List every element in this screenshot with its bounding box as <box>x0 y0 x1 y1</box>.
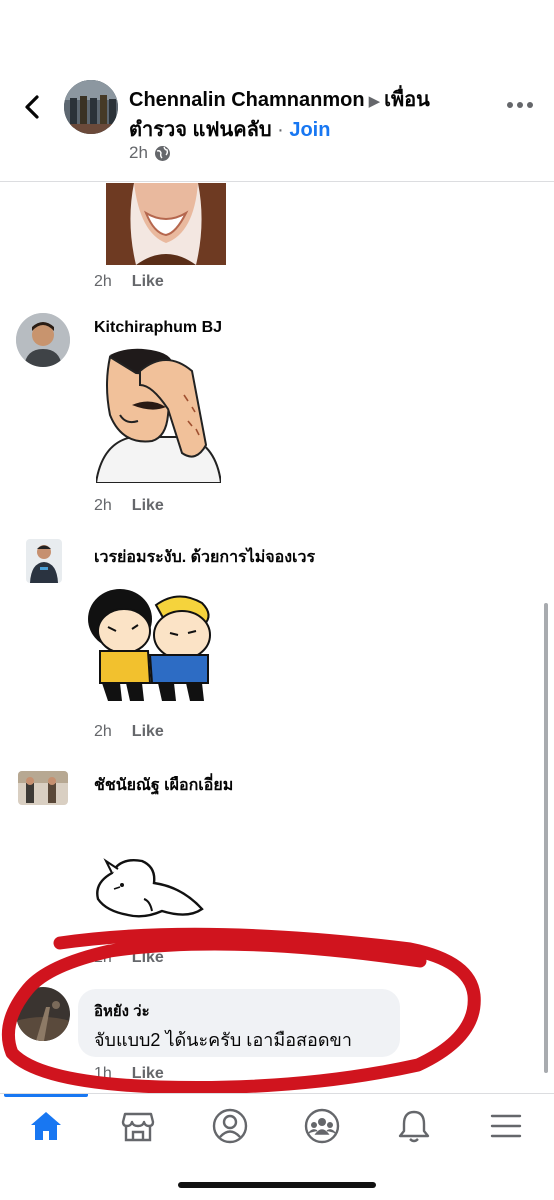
back-icon[interactable] <box>18 92 48 122</box>
separator: · <box>277 119 284 141</box>
home-indicator[interactable] <box>178 1182 376 1188</box>
like-button[interactable]: Like <box>132 273 164 291</box>
more-options-icon[interactable] <box>506 98 534 112</box>
globe-icon <box>154 145 170 161</box>
author-name[interactable]: Chennalin Chamnanmon <box>129 89 365 111</box>
like-button[interactable]: Like <box>132 723 164 741</box>
arrow-icon: ▶ <box>368 93 381 110</box>
comment-time: 1h <box>94 1065 112 1082</box>
like-button[interactable]: Like <box>132 949 164 967</box>
facepalm-sticker <box>96 348 221 483</box>
post-time: 2h <box>129 143 148 162</box>
menu-icon <box>490 1114 522 1138</box>
join-button[interactable]: Join <box>289 119 330 141</box>
nav-marketplace[interactable] <box>92 1094 184 1158</box>
home-icon <box>31 1112 61 1140</box>
post-header: Chennalin Chamnanmon ▶ เพื่อน ตำรวจ แฟนคลั… <box>0 0 554 182</box>
comment-time: 2h <box>94 497 112 514</box>
group-name-part1[interactable]: เพื่อน <box>384 89 430 111</box>
comments-feed[interactable]: 2h Like Kitchiraphum BJ 2h Like เวรย่อมร… <box>0 183 554 1093</box>
avatar[interactable] <box>26 539 62 583</box>
comment-meta: 2h Like <box>94 273 164 291</box>
groups-icon <box>304 1108 340 1144</box>
comment-meta: 2h Like <box>94 497 164 515</box>
woman-sticker <box>106 183 226 265</box>
commenter-name[interactable]: อิหยัง ว่ะ <box>94 999 150 1023</box>
comment-time: 2h <box>94 949 112 966</box>
post-meta: 2h <box>129 143 171 163</box>
comment-time: 2h <box>94 723 112 740</box>
bottom-navigation <box>0 1093 554 1200</box>
avatar[interactable] <box>18 771 68 805</box>
nav-notifications[interactable] <box>368 1094 460 1158</box>
nav-menu[interactable] <box>460 1094 552 1158</box>
comment-text: จับแบบ2 ได้นะครับ เอามือสอดขา <box>94 1030 352 1050</box>
comment-bubble[interactable]: อิหยัง ว่ะ จับแบบ2 ได้นะครับ เอามือสอดขา <box>78 989 400 1057</box>
commenter-name[interactable]: ชัชนัยณัฐ เผือกเอี่ยม <box>94 773 233 798</box>
comment-time: 2h <box>94 273 112 290</box>
commenter-name[interactable]: Kitchiraphum BJ <box>94 319 222 337</box>
group-avatar[interactable] <box>64 80 118 134</box>
like-button[interactable]: Like <box>132 1065 164 1083</box>
comment-meta: 1h Like <box>94 1065 164 1083</box>
nav-groups[interactable] <box>276 1094 368 1158</box>
group-name-part2[interactable]: ตำรวจ แฟนคลับ <box>129 119 272 141</box>
hug-sticker <box>88 589 211 701</box>
commenter-name[interactable]: เวรย่อมระงับ. ด้วยการไม่จองเวร <box>94 545 315 570</box>
bell-icon <box>398 1110 430 1143</box>
scrollbar[interactable] <box>544 603 548 1073</box>
avatar[interactable] <box>16 987 70 1041</box>
avatar[interactable] <box>16 313 70 367</box>
marketplace-icon <box>121 1112 155 1142</box>
comment-meta: 2h Like <box>94 949 164 967</box>
profile-icon <box>212 1108 248 1144</box>
post-title: Chennalin Chamnanmon ▶ เพื่อน ตำรวจ แฟนคลั… <box>129 86 459 144</box>
comment-meta: 2h Like <box>94 723 164 741</box>
nav-profile[interactable] <box>184 1094 276 1158</box>
lying-cat-sticker <box>96 858 204 918</box>
like-button[interactable]: Like <box>132 497 164 515</box>
nav-home[interactable] <box>0 1094 92 1158</box>
